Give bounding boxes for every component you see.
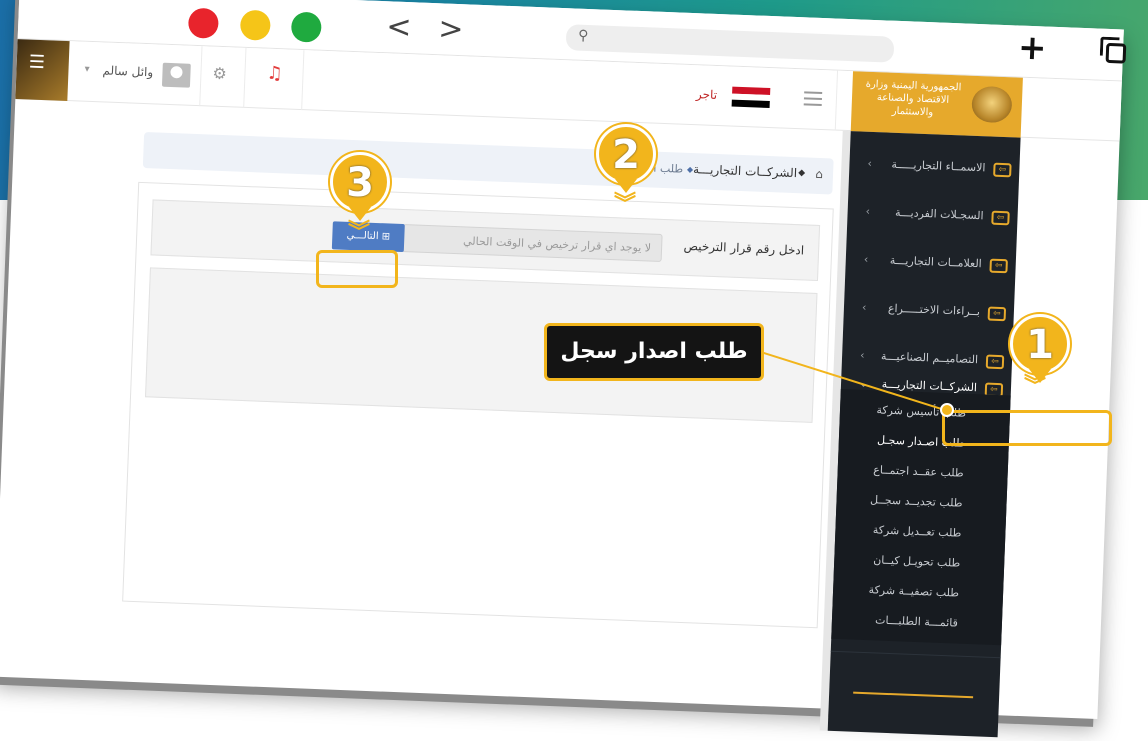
new-tab-icon[interactable]: + xyxy=(1017,28,1047,69)
sidebar-item-label: الاسمــاء التجاريـــــة xyxy=(891,157,986,175)
license-number-input[interactable] xyxy=(401,224,663,262)
chevron-left-icon: ‹ xyxy=(863,252,869,266)
sidebar-item-trademarks[interactable]: ⇦ العلامــات التجاريـــة ‹ xyxy=(845,247,1016,284)
breadcrumb-separator: ◆ xyxy=(686,164,694,175)
search-icon: ⚲ xyxy=(577,27,589,45)
forward-arrow-icon[interactable]: > xyxy=(438,11,464,47)
sidebar-divider xyxy=(830,650,1001,659)
callout-connector-dot xyxy=(940,403,954,417)
content-panel: ادخل رقم قرار الترخيص التالـــي ⊞ xyxy=(122,181,834,629)
login-icon: ⇦ xyxy=(991,210,1010,226)
sidebar-item-label: التصاميــم الصناعيـــة xyxy=(880,349,979,367)
chevron-left-icon: ‹ xyxy=(859,348,865,362)
chevron-down-icon: ︾ xyxy=(613,192,636,217)
chevron-down-icon: ▾ xyxy=(84,63,90,75)
server-icon[interactable]: ☰ xyxy=(28,52,45,74)
step-2-marker: 2 xyxy=(596,124,656,193)
user-name: وائل سالم xyxy=(102,63,154,80)
highlight-next-button xyxy=(316,250,398,288)
highlight-issue-record xyxy=(942,410,1112,446)
chevron-left-icon: ‹ xyxy=(865,204,871,218)
close-window-dot[interactable] xyxy=(187,7,219,39)
sidebar-item-label: بــراءات الاختـــــراع xyxy=(887,301,981,319)
user-menu[interactable]: ▾ وائل سالم xyxy=(76,59,197,90)
sidebar-item-label: السجـلات الفرديـــة xyxy=(894,205,984,223)
sidebar-item-patents[interactable]: ⇦ بــراءات الاختـــــراع ‹ xyxy=(843,295,1014,332)
address-bar[interactable]: ⚲ xyxy=(565,24,895,63)
submenu-item-modify-company[interactable]: طلب تعــديل شركة xyxy=(835,515,1006,550)
breadcrumb-companies[interactable]: الشركــات التجاريـــة xyxy=(693,162,797,180)
yemen-flag-icon xyxy=(731,86,771,108)
step-3-marker: 3 xyxy=(330,152,390,221)
chevron-down-icon: ︾ xyxy=(1023,374,1046,399)
license-form-row: ادخل رقم قرار الترخيص التالـــي ⊞ xyxy=(150,199,821,282)
chevron-left-icon: ‹ xyxy=(867,156,873,170)
tabs-icon[interactable] xyxy=(1105,42,1127,64)
step-number: 2 xyxy=(612,132,640,178)
minimize-window-dot[interactable] xyxy=(239,9,271,41)
submenu-item-requests-list[interactable]: قائمـــة الطلبـــات xyxy=(831,605,1002,640)
brand-block: الجمهورية اليمنية وزارة الاقتصاد والصناع… xyxy=(850,71,1023,138)
trader-badge: تاجر xyxy=(696,85,787,110)
maximize-window-dot[interactable] xyxy=(290,11,322,43)
login-icon: ⇦ xyxy=(985,354,1005,370)
step-number: 3 xyxy=(346,160,374,206)
chevron-left-icon: ‹ xyxy=(861,300,867,314)
submenu-item-renew-record[interactable]: طلب تجديــد سجــل xyxy=(836,485,1007,520)
step-1-marker: 1 xyxy=(1010,314,1070,383)
sidebar-item-trade-names[interactable]: ⇦ الاسمــاء التجاريـــــة ‹ xyxy=(849,151,1020,188)
bell-icon[interactable]: ♫ xyxy=(266,63,283,85)
trader-label: تاجر xyxy=(695,87,718,102)
menu-toggle-icon[interactable] xyxy=(803,91,823,110)
header-divider xyxy=(243,47,247,108)
sidebar-accent-line xyxy=(853,691,974,699)
avatar xyxy=(161,62,191,88)
sidebar-item-label: العلامــات التجاريـــة xyxy=(889,253,982,271)
home-icon[interactable]: ⌂ xyxy=(815,167,823,181)
sidebar-item-individual-records[interactable]: ⇦ السجـلات الفرديـــة ‹ xyxy=(847,199,1018,236)
emblem-logo xyxy=(971,85,1013,124)
chevron-down-icon: ︾ xyxy=(347,220,370,245)
gear-icon[interactable]: ⚙ xyxy=(212,64,227,84)
login-icon: ⇦ xyxy=(987,306,1007,322)
header-divider xyxy=(301,50,305,111)
submenu-item-liquidate-company[interactable]: طلب تصفيــة شركة xyxy=(833,575,1004,610)
submenu-item-hold-meeting[interactable]: طلب عقــد اجتمــاع xyxy=(837,455,1008,490)
license-number-label: ادخل رقم قرار الترخيص xyxy=(683,238,805,258)
header-corner: ☰ xyxy=(15,39,70,102)
submenu-item-convert-entity[interactable]: طلب تحويـل كيــان xyxy=(834,545,1005,580)
step-number: 1 xyxy=(1026,322,1054,368)
back-arrow-icon[interactable]: < xyxy=(386,9,412,45)
breadcrumb-separator: ◆ xyxy=(797,168,806,179)
ministry-title: الجمهورية اليمنية وزارة الاقتصاد والصناع… xyxy=(865,78,962,119)
login-icon: ⇦ xyxy=(993,162,1012,178)
header-divider xyxy=(199,46,203,107)
header-divider xyxy=(834,70,839,131)
login-icon: ⇦ xyxy=(989,258,1008,274)
callout-label: طلب اصدار سجل xyxy=(544,323,764,381)
